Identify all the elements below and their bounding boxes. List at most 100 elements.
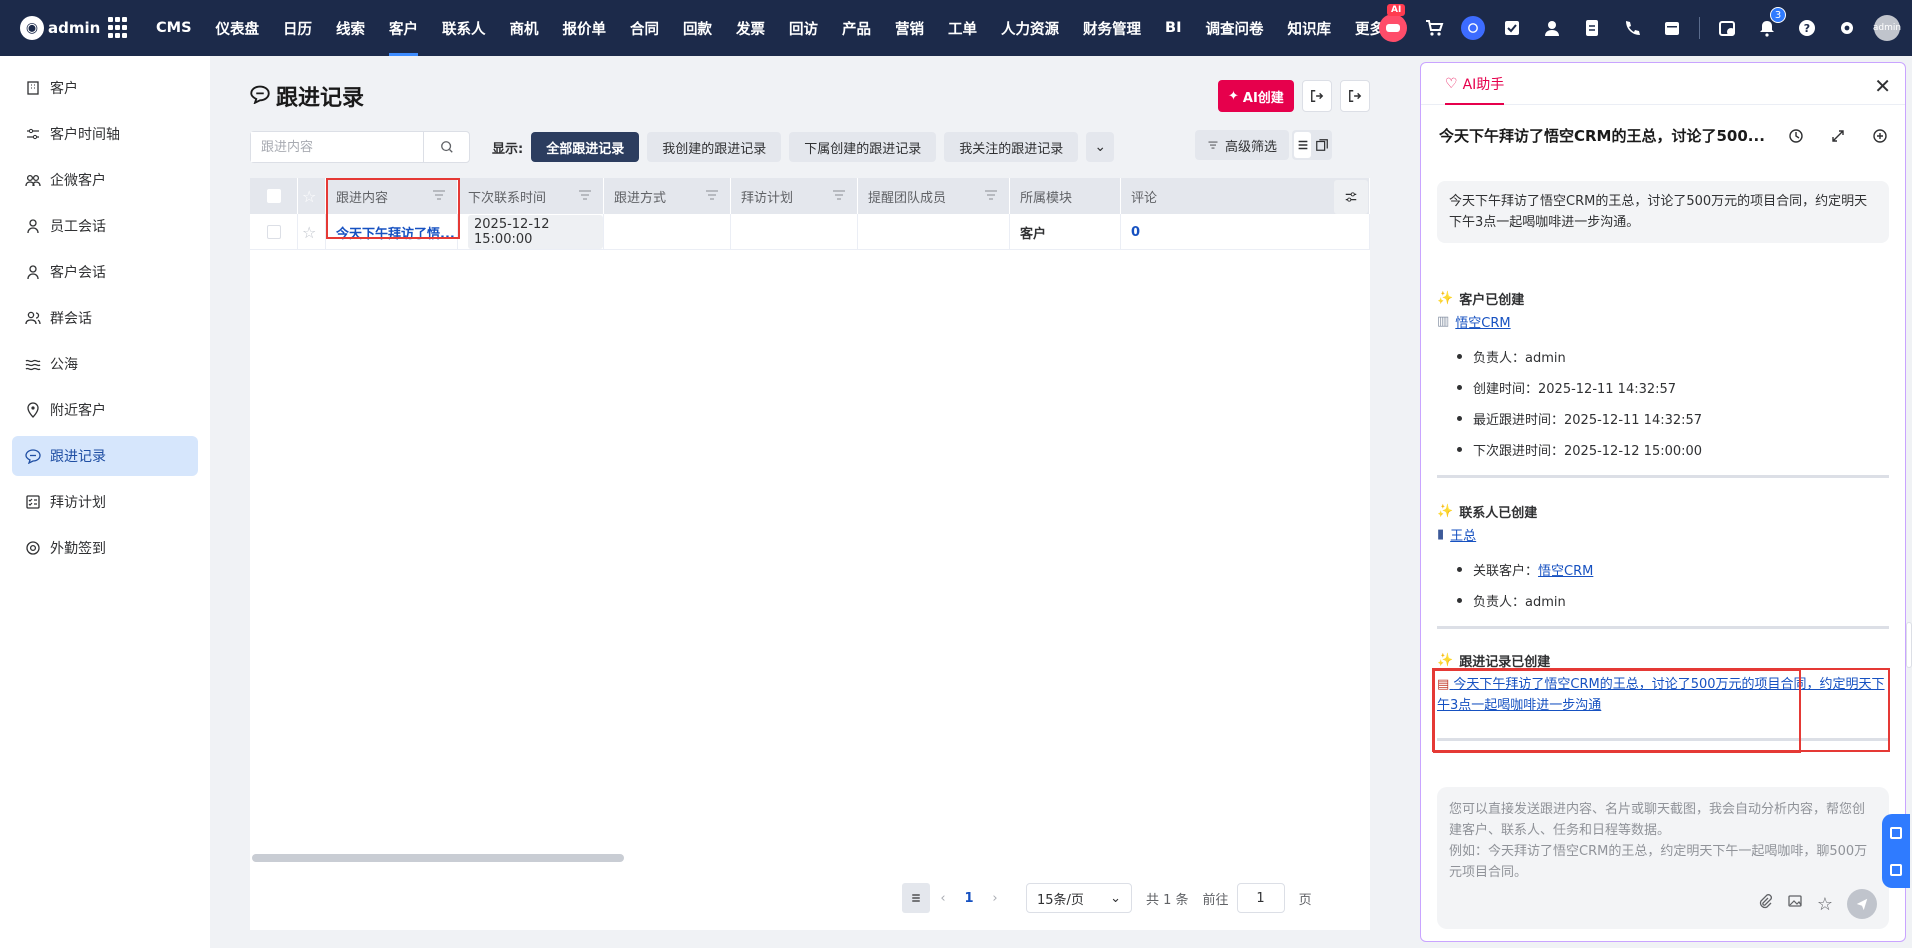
ai-robot-icon[interactable]: AI [1379,4,1407,42]
segment-my-records[interactable]: 我创建的跟进记录 [647,132,782,162]
panel-resize-handle[interactable] [1906,622,1912,668]
nav-payments[interactable]: 回款 [671,0,724,56]
document-icon[interactable] [1579,15,1605,41]
help-icon[interactable]: ? [1794,15,1820,41]
segment-subordinate-records[interactable]: 下属创建的跟进记录 [789,132,937,162]
select-all-cell [250,178,298,214]
nav-marketing[interactable]: 营销 [883,0,936,56]
new-chat-icon[interactable] [1871,127,1889,145]
schedule-icon[interactable] [1714,15,1740,41]
customer-card-heading: ✨ 客户已创建 [1437,289,1889,308]
send-button[interactable] [1847,889,1877,919]
tab-ai-assistant[interactable]: ♡ AI助手 [1445,63,1505,105]
ai-create-button[interactable]: ✦ AI创建 [1218,80,1294,112]
nav-survey[interactable]: 调查问卷 [1193,0,1275,56]
nav-quotes[interactable]: 报价单 [551,0,619,56]
form-icon[interactable] [1890,863,1902,876]
star-icon[interactable]: ☆ [1817,894,1833,915]
column-header-remind-members[interactable]: 提醒团队成员 [858,178,1010,214]
search-input[interactable] [251,132,423,162]
gear-icon[interactable] [1834,15,1860,41]
search-button[interactable] [423,132,469,162]
chat-icon[interactable] [1461,16,1485,40]
sidebar-item-field-checkin[interactable]: 外勤签到 [12,528,198,568]
nav-revisits[interactable]: 回访 [777,0,830,56]
nav-invoices[interactable]: 发票 [724,0,777,56]
pagination-menu-button[interactable] [902,883,930,913]
column-header-comments[interactable]: 评论 [1121,178,1370,214]
goto-page-input[interactable]: 1 [1236,883,1285,913]
select-all-checkbox[interactable] [266,189,281,203]
card-view-button[interactable] [1313,132,1330,158]
task-icon[interactable] [1499,15,1525,41]
column-settings-button[interactable] [1334,180,1368,214]
svg-text:?: ? [1804,22,1810,35]
next-page-button[interactable]: › [982,891,1008,906]
nav-contracts[interactable]: 合同 [618,0,671,56]
segment-all-records[interactable]: 全部跟进记录 [531,132,640,162]
next-contact-value: 2025-12-12 15:00:00 [468,215,603,249]
close-icon[interactable]: ✕ [1874,74,1891,98]
nav-calendar[interactable]: 日历 [271,0,324,56]
image-icon[interactable] [1787,893,1803,916]
phone-icon[interactable] [1619,15,1645,41]
sidebar-item-visit-plans[interactable]: 拜访计划 [12,482,198,522]
column-label: 评论 [1131,190,1158,206]
segment-followed-records[interactable]: 我关注的跟进记录 [944,132,1079,162]
sidebar-item-customers[interactable]: 客户 [12,68,198,108]
sidebar-item-staff-chats[interactable]: 员工会话 [12,206,198,246]
sidebar-item-nearby[interactable]: 附近客户 [12,390,198,430]
column-header-method[interactable]: 跟进方式 [604,178,731,214]
sidebar-item-group-chats[interactable]: 群会话 [12,298,198,338]
column-header-next-contact[interactable]: 下次联系时间 [458,178,604,214]
advanced-filter-button[interactable]: 高级筛选 [1195,130,1290,160]
nav-products[interactable]: 产品 [830,0,883,56]
nav-cms[interactable]: CMS [144,0,204,56]
paperclip-icon[interactable] [1757,893,1773,916]
sidebar-item-label: 企微客户 [50,173,106,189]
cart-icon[interactable] [1421,15,1447,41]
user-icon[interactable] [1539,15,1565,41]
current-page[interactable]: 1 [956,891,982,906]
nav-tickets[interactable]: 工单 [936,0,989,56]
nav-dashboard[interactable]: 仪表盘 [204,0,272,56]
prev-page-button[interactable]: ‹ [930,891,956,906]
nav-opportunities[interactable]: 商机 [498,0,551,56]
floating-toolbar[interactable] [1882,814,1910,888]
sidebar-item-label: 员工会话 [50,219,106,235]
nav-leads[interactable]: 线索 [324,0,377,56]
nav-bi[interactable]: BI [1153,0,1193,56]
row-checkbox[interactable] [266,225,281,239]
cell-comments[interactable]: 0 [1121,214,1370,250]
bell-icon[interactable]: 3 [1754,7,1786,41]
apps-grid-icon[interactable] [108,17,130,39]
column-header-module[interactable]: 所属模块 [1010,178,1121,214]
expand-icon[interactable] [1829,127,1847,145]
nav-hr[interactable]: 人力资源 [989,0,1071,56]
customer-link[interactable]: 悟空CRM [1455,312,1510,331]
sidebar-item-public-pool[interactable]: 公海 [12,344,198,384]
import-button[interactable] [1301,80,1332,112]
calendar-icon[interactable] [1659,15,1685,41]
org-icon[interactable] [1890,826,1902,839]
sidebar-item-timeline[interactable]: 客户时间轴 [12,114,198,154]
segment-more-dropdown[interactable]: ⌄ [1086,132,1115,162]
nav-finance[interactable]: 财务管理 [1071,0,1153,56]
sidebar-item-customer-chats[interactable]: 客户会话 [12,252,198,292]
history-icon[interactable] [1787,127,1805,145]
sidebar-item-wecom-customers[interactable]: 企微客户 [12,160,198,200]
export-button[interactable] [1339,80,1370,112]
nav-customers[interactable]: 客户 [377,0,430,56]
nav-knowledge[interactable]: 知识库 [1275,0,1343,56]
nav-contacts[interactable]: 联系人 [430,0,498,56]
list-view-button[interactable] [1294,132,1311,158]
contact-link[interactable]: 王总 [1450,525,1476,544]
horizontal-scrollbar[interactable] [252,854,624,862]
column-header-visit-plan[interactable]: 拜访计划 [731,178,858,214]
ai-input-box[interactable]: 您可以直接发送跟进内容、名片或聊天截图，我会自动分析内容，帮您创建客户、联系人、… [1437,787,1889,929]
related-customer-link[interactable]: 悟空CRM [1538,560,1593,579]
avatar[interactable]: admin [1873,15,1901,41]
page-size-select[interactable]: 15条/页 ⌄ [1026,883,1132,913]
star-icon[interactable]: ☆ [302,223,316,242]
sidebar-item-followups[interactable]: 跟进记录 [12,436,198,476]
